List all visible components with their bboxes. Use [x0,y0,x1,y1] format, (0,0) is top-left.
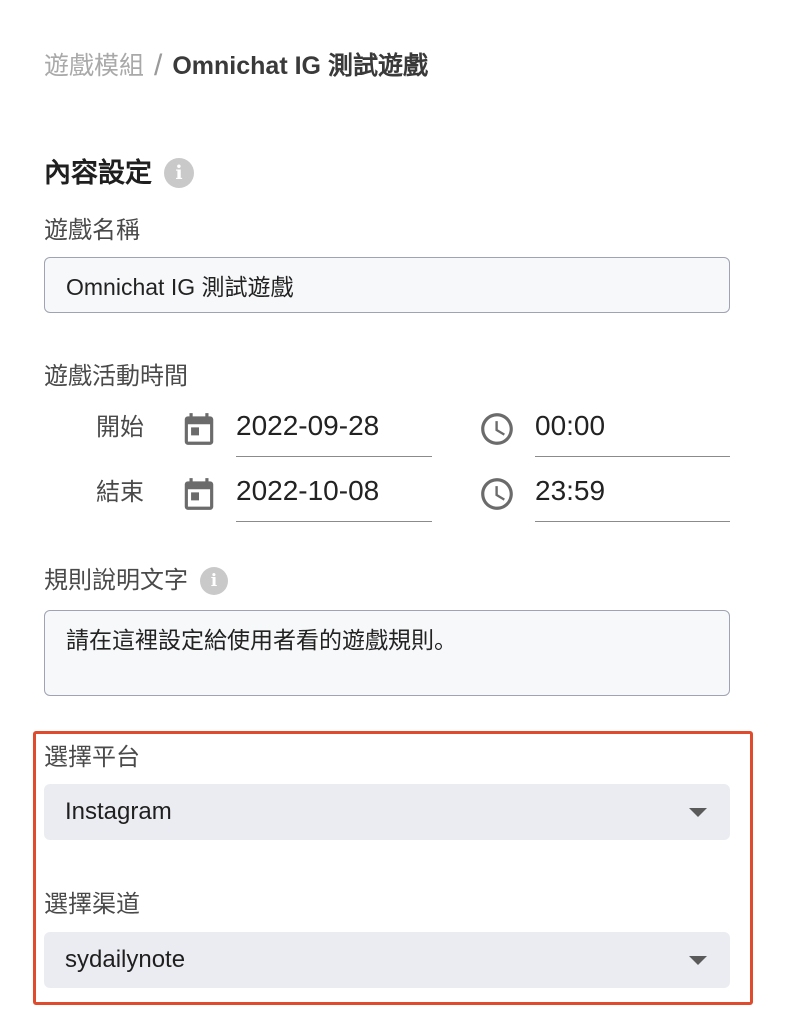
section-title-row: 內容設定 i [44,154,194,192]
start-date-field[interactable]: 2022-09-28 [236,406,432,457]
info-icon[interactable]: i [200,567,228,595]
start-label: 開始 [96,414,144,441]
calendar-icon[interactable] [180,473,218,515]
caret-down-icon [689,955,707,965]
activity-time-label: 遊戲活動時間 [44,363,188,390]
channel-label: 選擇渠道 [44,891,140,918]
channel-select[interactable]: sydailynote [44,932,730,988]
clock-icon[interactable] [478,473,516,515]
rules-label: 規則說明文字 [44,567,188,594]
breadcrumb-current: Omnichat IG 測試遊戲 [172,52,428,80]
rules-label-row: 規則說明文字 i [44,564,228,598]
platform-select-value: Instagram [65,798,172,825]
game-name-input[interactable] [44,257,730,313]
end-date-field[interactable]: 2022-10-08 [236,471,432,522]
info-icon[interactable]: i [164,158,194,188]
caret-down-icon [689,807,707,817]
breadcrumb-separator: / [154,49,163,82]
end-label: 結束 [96,479,144,506]
breadcrumb: 遊戲模組 / Omnichat IG 測試遊戲 [44,48,428,84]
start-time-field[interactable]: 00:00 [535,406,730,457]
game-name-label: 遊戲名稱 [44,217,140,244]
channel-select-value: sydailynote [65,946,186,973]
breadcrumb-parent-link[interactable]: 遊戲模組 [44,48,144,84]
end-time-field[interactable]: 23:59 [535,471,730,522]
calendar-icon[interactable] [180,408,218,450]
platform-label: 選擇平台 [44,744,140,771]
rules-textarea[interactable]: 請在這裡設定給使用者看的遊戲規則。 [44,610,730,696]
page-section-title: 內容設定 [44,158,152,188]
clock-icon[interactable] [478,408,516,450]
platform-select[interactable]: Instagram [44,784,730,840]
